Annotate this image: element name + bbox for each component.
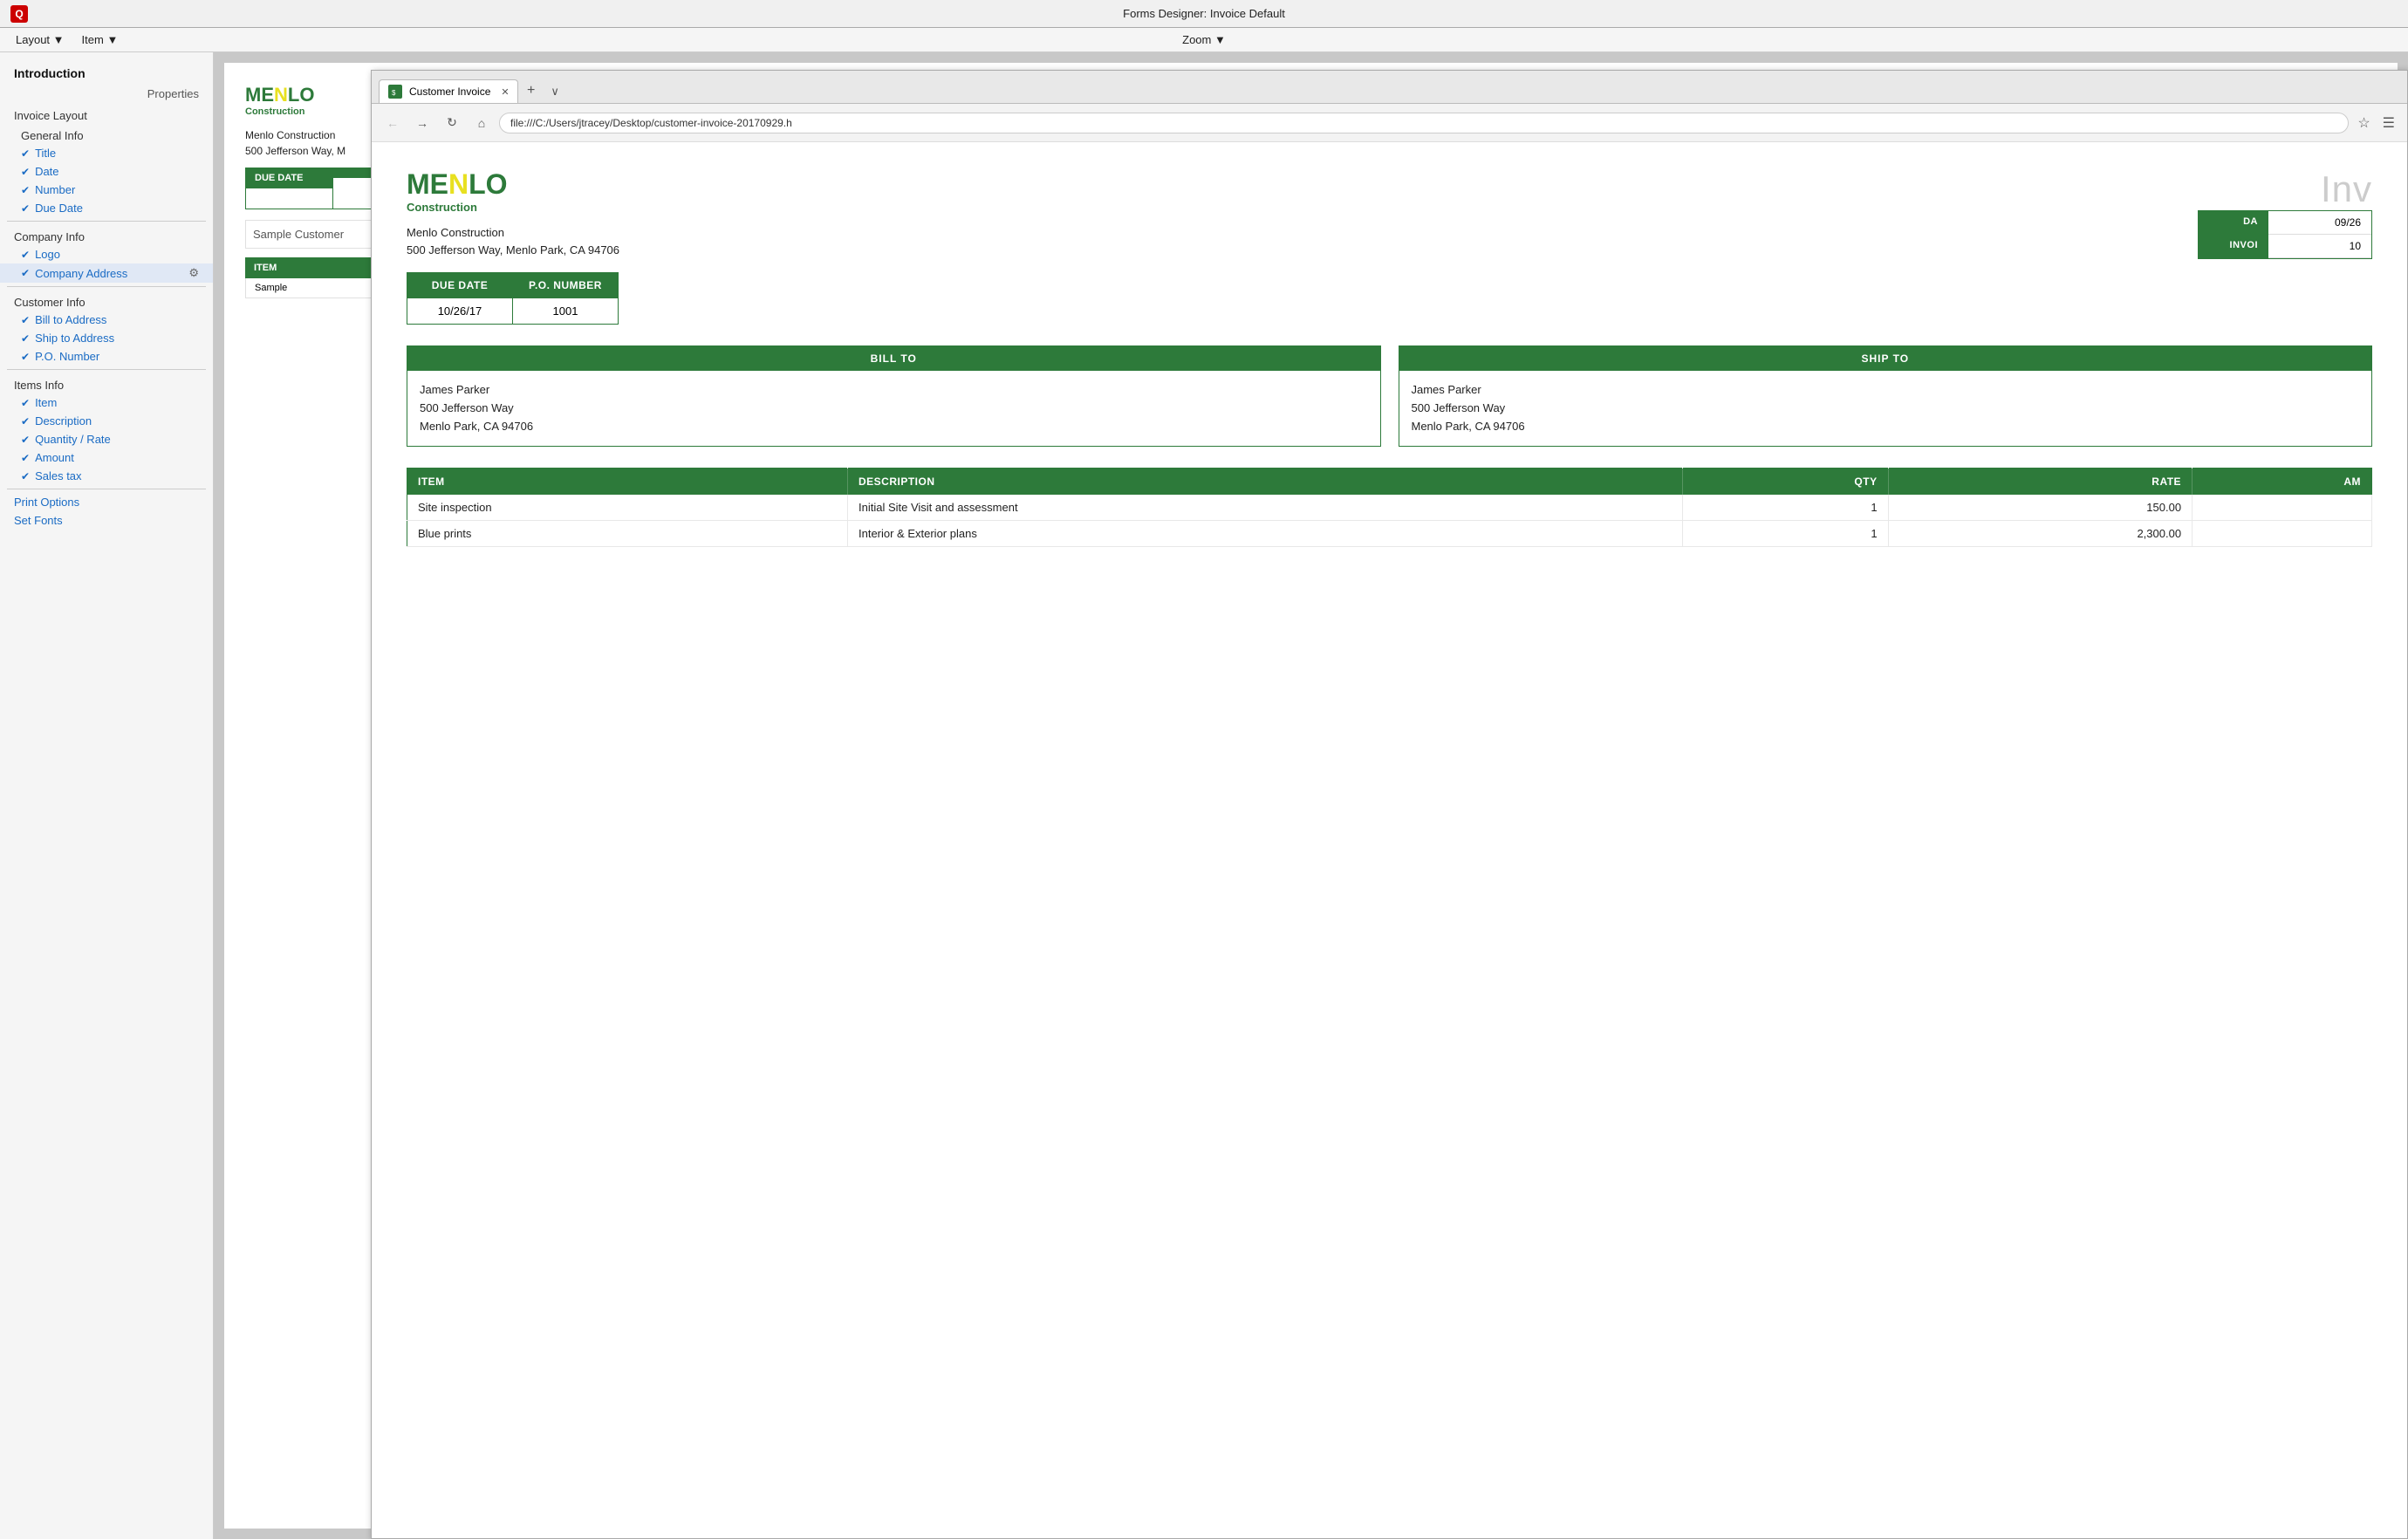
app-icon: Q <box>10 5 28 23</box>
title-bar-text: Forms Designer: Invoice Default <box>1123 7 1285 20</box>
sidebar-item-date[interactable]: ✔ Date <box>0 162 213 181</box>
divider-2 <box>7 286 206 287</box>
sidebar-item-item[interactable]: ✔ Item <box>0 393 213 412</box>
bookmark-star-icon[interactable]: ☆ <box>2354 111 2373 135</box>
sidebar-section-customer-info: Customer Info <box>0 291 213 311</box>
browser-nav-bar: ← → ↻ ⌂ ☆ ☰ <box>372 104 2407 142</box>
refresh-btn[interactable]: ↻ <box>440 111 464 135</box>
reader-mode-icon[interactable]: ☰ <box>2379 111 2398 135</box>
invoice-num-row: INVOI 10 <box>2199 235 2371 258</box>
browser-tab-favicon: $ <box>388 85 402 99</box>
col-amount: AM <box>2193 469 2372 496</box>
sidebar-item-logo[interactable]: ✔ Logo <box>0 245 213 263</box>
ship-to-body: James Parker 500 Jefferson Way Menlo Par… <box>1399 371 2372 446</box>
company-name: Menlo Construction 500 Jefferson Way, Me… <box>407 224 619 258</box>
sidebar-item-bill-to[interactable]: ✔ Bill to Address <box>0 311 213 329</box>
title-bar: Q Forms Designer: Invoice Default <box>0 0 2408 28</box>
right-info-table: DA 09/26 INVOI 10 <box>2198 210 2372 259</box>
sidebar-item-due-date[interactable]: ✔ Due Date <box>0 199 213 217</box>
browser-tab-close-btn[interactable]: ✕ <box>498 85 512 99</box>
invoice-header: MENLO Construction Menlo Construction 50… <box>407 168 2372 325</box>
divider-3 <box>7 369 206 370</box>
sidebar-item-description[interactable]: ✔ Description <box>0 412 213 430</box>
sidebar-item-number[interactable]: ✔ Number <box>0 181 213 199</box>
back-btn[interactable]: ← <box>380 111 405 135</box>
sidebar-properties-label: Properties <box>0 87 213 104</box>
po-number-col: P.O. NUMBER 1001 <box>513 273 618 324</box>
sidebar-item-company-address[interactable]: ✔ Company Address ⚙ <box>0 263 213 283</box>
sidebar-item-po-number[interactable]: ✔ P.O. Number <box>0 347 213 366</box>
invoice-big-title: Inv <box>2198 168 2372 210</box>
bill-ship-section: BILL TO James Parker 500 Jefferson Way M… <box>407 345 2372 447</box>
gear-icon[interactable]: ⚙ <box>188 266 199 280</box>
sidebar: Introduction Properties Invoice Layout G… <box>0 52 214 1539</box>
table-row: Site inspection Initial Site Visit and a… <box>407 495 2372 521</box>
browser-window: $ Customer Invoice ✕ + ∨ ← → ↻ ⌂ ☆ ☰ <box>371 70 2408 1539</box>
sidebar-item-ship-to[interactable]: ✔ Ship to Address <box>0 329 213 347</box>
browser-tabs-bar: $ Customer Invoice ✕ + ∨ <box>372 71 2407 104</box>
forward-btn[interactable]: → <box>410 111 434 135</box>
sidebar-item-quantity-rate[interactable]: ✔ Quantity / Rate <box>0 430 213 448</box>
home-btn[interactable]: ⌂ <box>469 111 494 135</box>
item-menu[interactable]: Item ▼ <box>73 30 127 50</box>
col-description: DESCRIPTION <box>847 469 1682 496</box>
menu-bar: Layout ▼ Item ▼ Zoom ▼ <box>0 28 2408 52</box>
sidebar-item-amount[interactable]: ✔ Amount <box>0 448 213 467</box>
sidebar-section-company-info: Company Info <box>0 225 213 245</box>
sidebar-section-invoice-layout: Invoice Layout <box>0 104 213 124</box>
sidebar-item-set-fonts[interactable]: Set Fonts <box>0 511 213 530</box>
col-rate: RATE <box>1888 469 2192 496</box>
table-row: Blue prints Interior & Exterior plans 1 … <box>407 521 2372 547</box>
due-date-po-table: DUE DATE 10/26/17 P.O. NUMBER 1001 <box>407 272 619 325</box>
due-date-col: DUE DATE 10/26/17 <box>407 273 512 324</box>
layout-menu[interactable]: Layout ▼ <box>7 30 73 50</box>
sidebar-item-sales-tax[interactable]: ✔ Sales tax <box>0 467 213 485</box>
main-layout: Introduction Properties Invoice Layout G… <box>0 52 2408 1539</box>
browser-tab-invoice[interactable]: $ Customer Invoice ✕ <box>379 79 518 103</box>
address-bar[interactable] <box>499 113 2349 133</box>
zoom-menu[interactable]: Zoom ▼ <box>1173 30 1235 50</box>
divider-1 <box>7 221 206 222</box>
col-item: ITEM <box>407 469 848 496</box>
browser-tab-title: Customer Invoice <box>409 86 490 98</box>
content-area: MENLO Construction Menlo Construction 50… <box>214 52 2408 1539</box>
sidebar-section-items-info: Items Info <box>0 373 213 393</box>
bill-to-box: BILL TO James Parker 500 Jefferson Way M… <box>407 345 1381 447</box>
date-row: DA 09/26 <box>2199 211 2371 235</box>
svg-text:$: $ <box>392 89 396 96</box>
company-logo: MENLO Construction <box>407 168 619 214</box>
invoice-company-section: MENLO Construction Menlo Construction 50… <box>407 168 619 325</box>
ship-to-box: SHIP TO James Parker 500 Jefferson Way M… <box>1399 345 2373 447</box>
sidebar-title: Introduction <box>0 63 213 87</box>
items-table: ITEM DESCRIPTION QTY RATE AM Site inspec… <box>407 468 2372 547</box>
browser-tab-menu-btn[interactable]: ∨ <box>544 80 566 103</box>
sidebar-item-title[interactable]: ✔ Title <box>0 144 213 162</box>
sidebar-item-print-options[interactable]: Print Options <box>0 493 213 511</box>
browser-new-tab-btn[interactable]: + <box>518 79 544 103</box>
col-qty: QTY <box>1682 469 1888 496</box>
browser-content: MENLO Construction Menlo Construction 50… <box>372 142 2407 1538</box>
bill-to-body: James Parker 500 Jefferson Way Menlo Par… <box>407 371 1380 446</box>
invoice-title-section: Inv DA 09/26 INVOI 10 <box>2198 168 2372 259</box>
sidebar-subsection-general-info: General Info <box>0 124 213 144</box>
